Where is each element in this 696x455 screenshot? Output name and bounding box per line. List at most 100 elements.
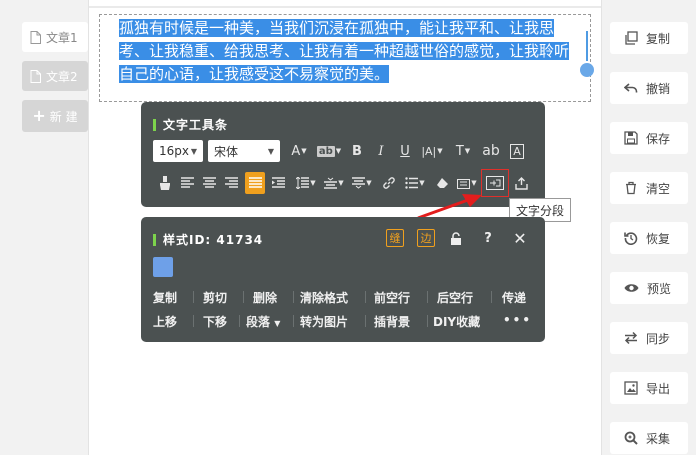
restore-icon [624, 232, 638, 245]
font-family-select[interactable]: 宋体 ▼ [208, 140, 280, 162]
cut-action[interactable]: 剪切 [203, 289, 227, 306]
transfer-action[interactable]: 传递 [502, 289, 526, 306]
align-left-icon[interactable] [177, 172, 197, 194]
help-icon[interactable]: ? [479, 229, 497, 247]
sync-button[interactable]: 同步 [610, 322, 688, 354]
title-accent-bar [153, 233, 156, 246]
line-height-icon[interactable]: ▼ [294, 172, 318, 194]
diy-favorite-action[interactable]: DIY收藏 [433, 313, 480, 330]
separator [427, 291, 428, 303]
link-icon[interactable] [379, 172, 399, 194]
chevron-down-icon: ▼ [190, 146, 197, 156]
split-paragraph-button[interactable] [481, 169, 509, 197]
indent-icon[interactable] [268, 172, 288, 194]
separator [365, 315, 366, 327]
lowercase-icon[interactable]: ab [479, 140, 503, 162]
text-block[interactable]: 孤独有时候是一种美，当我们沉浸在孤独中，能让我平和、让我思考、让我稳重、给我思考… [99, 14, 594, 102]
undo-button[interactable]: 撤销 [610, 72, 688, 104]
clear-button[interactable]: 清空 [610, 172, 688, 204]
format-brush-icon[interactable] [155, 172, 175, 194]
undo-icon [624, 83, 638, 93]
font-size-select[interactable]: 16px ▼ [153, 140, 203, 162]
preview-button[interactable]: 预览 [610, 272, 688, 304]
insert-background-action[interactable]: 插背景 [374, 313, 410, 330]
undo-label: 撤销 [646, 81, 671, 96]
separator [491, 291, 492, 303]
close-icon[interactable]: ✕ [511, 229, 529, 248]
tooltip-text: 文字分段 [515, 203, 564, 218]
selected-paragraph[interactable]: 孤独有时候是一种美，当我们沉浸在孤独中，能让我平和、让我思考、让我稳重、给我思考… [119, 17, 579, 86]
delete-action[interactable]: 删除 [253, 289, 277, 306]
paragraph-dropdown[interactable]: 段落 ▼ [246, 313, 280, 330]
document-list: 文章1 文章2 + 新 建 [0, 0, 90, 455]
doc-item-2[interactable]: 文章2 [22, 61, 88, 91]
export-icon[interactable] [511, 172, 531, 194]
italic-icon[interactable]: I [371, 140, 391, 162]
text-border-icon[interactable]: A [507, 140, 527, 162]
font-color-icon[interactable]: A ▼ [287, 140, 311, 162]
align-center-icon[interactable] [199, 172, 219, 194]
more-icon[interactable]: ••• [503, 313, 532, 327]
seam-button[interactable]: 缝 [386, 229, 404, 247]
separator [239, 315, 240, 327]
align-right-icon[interactable] [221, 172, 241, 194]
border-button[interactable]: 边 [417, 229, 435, 247]
split-paragraph-icon [486, 176, 504, 190]
letter-spacing-icon[interactable]: |A| ▼ [419, 140, 445, 162]
doc-item-1[interactable]: 文章1 [22, 22, 88, 52]
resize-handle[interactable] [580, 63, 594, 77]
move-down-action[interactable]: 下移 [203, 313, 227, 330]
bold-icon[interactable]: B [347, 140, 367, 162]
text-size-icon[interactable]: T ▼ [451, 140, 475, 162]
restore-label: 恢复 [646, 231, 671, 246]
document-icon [30, 69, 41, 83]
separator [365, 291, 366, 303]
align-justify-icon[interactable] [245, 172, 265, 194]
clear-format-action[interactable]: 清除格式 [300, 289, 348, 306]
eye-icon [624, 284, 639, 292]
separator [427, 315, 428, 327]
new-document-button[interactable]: + 新 建 [22, 100, 88, 132]
selected-text[interactable]: 孤独有时候是一种美，当我们沉浸在孤独中，能让我平和、让我思考、让我稳重、给我思考… [119, 19, 570, 83]
copy-button[interactable]: 复制 [610, 22, 688, 54]
plus-icon: + [32, 106, 46, 125]
lock-icon[interactable] [447, 229, 465, 247]
resize-handle-line[interactable] [586, 31, 588, 61]
save-icon [624, 131, 638, 145]
search-icon [624, 431, 638, 445]
paragraph-label: 段落 [246, 315, 271, 329]
action-sidebar: 复制 撤销 保存 清空 恢复 预览 同步 导出 采集 [602, 0, 696, 455]
sync-label: 同步 [646, 331, 671, 346]
copy-label: 复制 [646, 31, 671, 46]
text-toolbar-title: 文字工具条 [153, 116, 228, 133]
export-button[interactable]: 导出 [610, 372, 688, 404]
convert-to-image-action[interactable]: 转为图片 [300, 313, 348, 330]
separator [293, 315, 294, 327]
title-accent-bar [153, 118, 156, 131]
copy-action[interactable]: 复制 [153, 289, 177, 306]
paragraph-spacing-before-icon[interactable]: ▼ [322, 172, 346, 194]
font-family-value: 宋体 [214, 144, 239, 159]
restore-button[interactable]: 恢复 [610, 222, 688, 254]
doc-item-label: 文章2 [46, 69, 78, 84]
background-color-icon[interactable]: ab ▼ [315, 140, 343, 162]
paragraph-spacing-after-icon[interactable]: ▼ [350, 172, 374, 194]
document-icon [30, 30, 41, 44]
blank-line-before-action[interactable]: 前空行 [374, 289, 410, 306]
underline-icon[interactable]: U [395, 140, 415, 162]
font-size-value: 16px [159, 144, 189, 158]
separator [293, 291, 294, 303]
save-button[interactable]: 保存 [610, 122, 688, 154]
export-label: 导出 [646, 381, 671, 396]
sync-icon [624, 331, 638, 345]
seam-label: 缝 [389, 232, 401, 245]
doc-item-label: 文章1 [46, 30, 78, 45]
chevron-down-icon: ▼ [267, 146, 274, 156]
style-panel: 样式ID: 41734 缝 边 ? ✕ 复制 剪切 删除 清除格式 前空行 后空… [141, 217, 545, 342]
move-up-action[interactable]: 上移 [153, 313, 177, 330]
save-label: 保存 [646, 131, 671, 146]
blank-line-after-action[interactable]: 后空行 [437, 289, 473, 306]
style-color-swatch[interactable] [153, 257, 173, 277]
collect-button[interactable]: 采集 [610, 422, 688, 454]
trash-icon [626, 181, 636, 195]
